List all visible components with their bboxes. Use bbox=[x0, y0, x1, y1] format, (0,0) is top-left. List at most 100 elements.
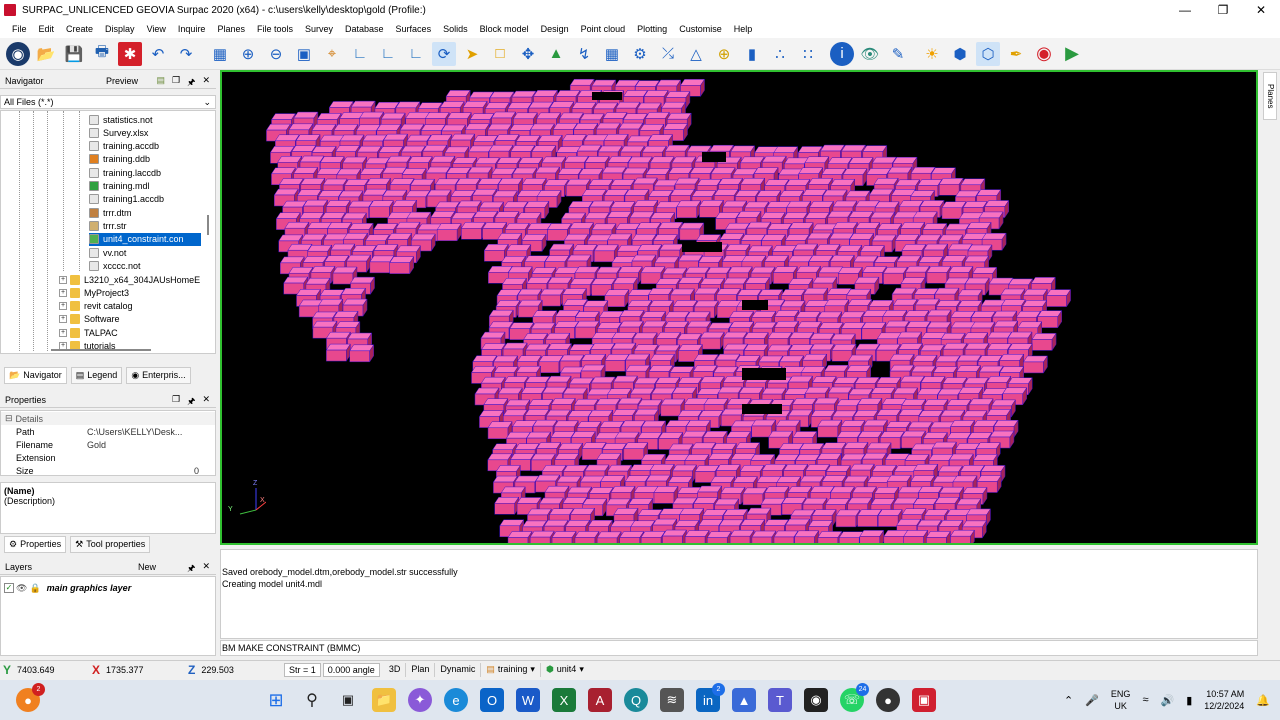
gear-icon[interactable]: ⚙ bbox=[628, 42, 652, 66]
view-xz-icon[interactable]: ∟ bbox=[376, 42, 400, 66]
pan-icon[interactable]: ✥ bbox=[516, 42, 540, 66]
file-tree[interactable]: statistics.not Survey.xlsx training.accdb t… bbox=[0, 110, 216, 354]
select-pointer-icon[interactable]: ➤ bbox=[460, 42, 484, 66]
pin-icon[interactable]: 🖈 bbox=[187, 561, 195, 577]
menu-database[interactable]: Database bbox=[339, 24, 390, 34]
expand-icon[interactable]: + bbox=[59, 302, 67, 311]
surpac-logo-icon[interactable]: ◉ bbox=[6, 41, 30, 66]
lock-icon[interactable]: 🔒 bbox=[29, 583, 40, 594]
file-item[interactable]: statistics.not bbox=[89, 113, 153, 126]
close-panel-icon[interactable]: ✕ bbox=[202, 75, 210, 91]
menu-create[interactable]: Create bbox=[60, 24, 99, 34]
run-macro-icon[interactable]: ▶ bbox=[1060, 42, 1084, 66]
model-selector[interactable]: ⬢ unit4 ▾ bbox=[541, 663, 589, 677]
redraw-icon[interactable]: ✱ bbox=[118, 41, 142, 66]
bar-chart-icon[interactable]: ▮ bbox=[740, 42, 764, 66]
expand-icon[interactable]: + bbox=[59, 315, 67, 324]
grid-icon[interactable]: ▦ bbox=[208, 42, 232, 66]
pin-icon[interactable]: 🖈 bbox=[187, 75, 195, 91]
preview-icon[interactable]: ▤ bbox=[157, 75, 166, 91]
copilot-icon[interactable]: ✦ bbox=[408, 688, 432, 712]
zoom-out-icon[interactable]: ⊖ bbox=[264, 42, 288, 66]
menu-edit[interactable]: Edit bbox=[33, 24, 61, 34]
whatsapp-icon[interactable]: ☏ 24 bbox=[840, 683, 869, 712]
store-icon[interactable]: ▲ bbox=[732, 688, 756, 712]
file-filter-select[interactable]: All Files (*.*) ⌄ bbox=[0, 95, 216, 109]
redo-icon[interactable]: ↷ bbox=[174, 42, 198, 66]
view-yz-icon[interactable]: ∟ bbox=[348, 42, 372, 66]
line-chart-icon[interactable]: ∴ bbox=[768, 42, 792, 66]
details-section[interactable]: ⊟ Details bbox=[1, 412, 215, 425]
add-point-icon[interactable]: ⊕ bbox=[712, 42, 736, 66]
float-icon[interactable]: ❐ bbox=[172, 394, 180, 410]
file-item[interactable]: trrr.dtm bbox=[89, 206, 132, 219]
menu-block-model[interactable]: Block model bbox=[474, 24, 535, 34]
graphics-viewport[interactable]: Z Y X bbox=[220, 70, 1258, 545]
plan-button[interactable]: Plan bbox=[406, 662, 436, 677]
menu-view[interactable]: View bbox=[141, 24, 172, 34]
microphone-icon[interactable]: 🎤 bbox=[1085, 694, 1099, 707]
language-indicator[interactable]: ENG UK bbox=[1111, 688, 1131, 712]
wifi-icon[interactable]: ≈ bbox=[1142, 694, 1148, 706]
folder-item[interactable]: + Software bbox=[59, 313, 120, 326]
stop-record-icon[interactable]: ◉ bbox=[1032, 42, 1056, 66]
expand-icon[interactable]: + bbox=[59, 288, 67, 297]
menu-inquire[interactable]: Inquire bbox=[172, 24, 212, 34]
maximize-button[interactable]: ❐ bbox=[1204, 0, 1242, 20]
pin-icon[interactable]: 🖈 bbox=[187, 394, 195, 410]
close-panel-icon[interactable]: ✕ bbox=[202, 394, 210, 410]
file-item[interactable]: trrr.str bbox=[89, 219, 127, 232]
zoom-in-icon[interactable]: ⊕ bbox=[236, 42, 260, 66]
windows-start-icon[interactable]: ⊞ bbox=[264, 688, 288, 712]
file-item[interactable]: vv.not bbox=[89, 246, 126, 259]
layer-row[interactable]: ✓ 👁 🔒 main graphics layer bbox=[1, 581, 215, 595]
excel-icon[interactable]: X bbox=[552, 688, 576, 712]
grid-settings-icon[interactable]: ▦ bbox=[600, 42, 624, 66]
expand-icon[interactable]: + bbox=[59, 275, 67, 284]
minimize-button[interactable]: — bbox=[1166, 0, 1204, 20]
info-icon[interactable]: i bbox=[830, 41, 854, 66]
3d-button[interactable]: 3D bbox=[384, 662, 407, 677]
access-icon[interactable]: A bbox=[588, 688, 612, 712]
menu-survey[interactable]: Survey bbox=[299, 24, 339, 34]
tab-legend[interactable]: ▤ Legend bbox=[70, 366, 123, 384]
chevron-up-icon[interactable]: ⌃ bbox=[1064, 694, 1073, 707]
database-selector[interactable]: ▤ training ▾ bbox=[481, 662, 541, 677]
triangle-edit-icon[interactable]: △ bbox=[684, 42, 708, 66]
pencil-icon[interactable]: ✎ bbox=[886, 42, 910, 66]
property-row[interactable]: Path C:\Users\KELLY\Desk... bbox=[1, 425, 215, 438]
open-folder-icon[interactable]: 📂 bbox=[34, 42, 58, 66]
new-layer-button[interactable]: New bbox=[138, 562, 156, 572]
digitise-icon[interactable]: ⤰ bbox=[656, 42, 680, 66]
folder-item[interactable]: + L3210_x64_304JAUsHomeE bbox=[59, 273, 200, 286]
planes-tab[interactable]: Planes bbox=[1263, 72, 1277, 120]
view-xy-icon[interactable]: ∟ bbox=[404, 42, 428, 66]
menu-help[interactable]: Help bbox=[728, 24, 759, 34]
zoom-window-icon[interactable]: ▣ bbox=[292, 42, 316, 66]
game-app-icon[interactable]: ◉ bbox=[804, 688, 828, 712]
tree-scrollbar[interactable] bbox=[207, 215, 209, 235]
task-view-icon[interactable]: ▣ bbox=[336, 688, 360, 712]
menu-design[interactable]: Design bbox=[535, 24, 575, 34]
tab-properties[interactable]: ⚙ Properties bbox=[4, 535, 67, 553]
tree-horizontal-scrollbar[interactable] bbox=[51, 349, 151, 351]
expand-icon[interactable]: + bbox=[59, 328, 67, 337]
sun-lighting-icon[interactable]: ☀ bbox=[920, 42, 944, 66]
file-item[interactable]: training1.accdb bbox=[89, 193, 164, 206]
teams-icon[interactable]: T bbox=[768, 688, 792, 712]
file-item[interactable]: training.laccdb bbox=[89, 166, 161, 179]
save-icon[interactable]: 💾 bbox=[62, 42, 86, 66]
folder-item[interactable]: + TALPAC bbox=[59, 326, 118, 339]
command-line[interactable]: BM MAKE CONSTRAINT (BMMC) bbox=[220, 640, 1258, 656]
menu-customise[interactable]: Customise bbox=[673, 24, 728, 34]
menu-display[interactable]: Display bbox=[99, 24, 141, 34]
search-app-icon[interactable]: Q bbox=[624, 688, 648, 712]
triangle-tool-icon[interactable]: ▲ bbox=[544, 42, 568, 66]
tab-enterprise[interactable]: ◉ Enterpris... bbox=[126, 366, 191, 384]
print-icon[interactable]: 🖶 bbox=[90, 42, 114, 66]
file-item[interactable]: training.accdb bbox=[89, 140, 159, 153]
file-item[interactable]: unit4_constraint.con bbox=[89, 232, 201, 246]
menu-point-cloud[interactable]: Point cloud bbox=[575, 24, 632, 34]
crosshair-icon[interactable]: ⌖ bbox=[320, 42, 344, 66]
select-box-icon[interactable]: □ bbox=[488, 42, 512, 66]
